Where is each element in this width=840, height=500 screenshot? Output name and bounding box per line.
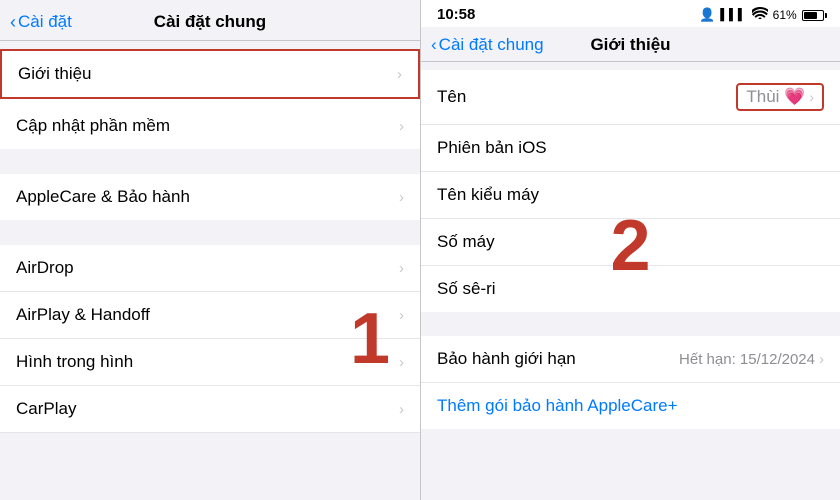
left-group-1: Giới thiệu › Cập nhật phần mềm › xyxy=(0,49,420,149)
info-label-ten: Tên xyxy=(437,87,466,107)
battery-icon: 61% xyxy=(773,8,824,22)
menu-item-gioi-thieu[interactable]: Giới thiệu › xyxy=(0,49,420,99)
warranty-value: Hết hạn: 15/12/2024 › xyxy=(679,351,824,368)
info-item-ten[interactable]: Tên Thùi 💗 › xyxy=(421,70,840,125)
wifi-icon xyxy=(752,7,768,22)
info-group-main: Tên Thùi 💗 › Phiên bản iOS Tên kiểu máy … xyxy=(421,70,840,312)
menu-item-airplay-label: AirPlay & Handoff xyxy=(16,305,150,325)
warranty-group: Bảo hành giới hạn Hết hạn: 15/12/2024 › … xyxy=(421,336,840,429)
right-header: ‹ Cài đặt chung Giới thiệu xyxy=(421,27,840,62)
warranty-label: Bảo hành giới hạn xyxy=(437,349,576,369)
applecare-link-text: Thêm gói bảo hành AppleCare+ xyxy=(437,396,678,415)
right-header-title: Giới thiệu xyxy=(590,35,670,55)
spacer-2 xyxy=(0,221,420,245)
info-label-model: Tên kiểu máy xyxy=(437,185,539,205)
left-header-title: Cài đặt chung xyxy=(154,12,266,32)
menu-item-pip-label: Hình trong hình xyxy=(16,352,133,372)
warranty-row: Bảo hành giới hạn Hết hạn: 15/12/2024 › xyxy=(437,349,824,369)
menu-item-applecare-chevron-icon: › xyxy=(399,189,404,206)
menu-item-cap-nhat-chevron-icon: › xyxy=(399,118,404,135)
menu-item-cap-nhat-label: Cập nhật phần mềm xyxy=(16,116,170,136)
menu-item-pip-chevron-icon: › xyxy=(399,354,404,371)
left-header: ‹ Cài đặt Cài đặt chung xyxy=(0,0,420,41)
info-label-ios: Phiên bản iOS xyxy=(437,138,547,158)
menu-item-carplay[interactable]: CarPlay › xyxy=(0,386,420,433)
info-item-ios: Phiên bản iOS xyxy=(421,125,840,172)
left-back-chevron-icon: ‹ xyxy=(10,12,16,33)
menu-item-carplay-chevron-icon: › xyxy=(399,401,404,418)
right-back-label: Cài đặt chung xyxy=(439,35,544,55)
info-item-serial: Số máy xyxy=(421,219,840,266)
menu-item-carplay-label: CarPlay xyxy=(16,399,76,419)
info-value-ten[interactable]: Thùi 💗 › xyxy=(736,83,824,111)
warranty-item[interactable]: Bảo hành giới hạn Hết hạn: 15/12/2024 › xyxy=(421,336,840,383)
menu-item-applecare-label: AppleCare & Bảo hành xyxy=(16,187,190,207)
menu-item-pip[interactable]: Hình trong hình › xyxy=(0,339,420,386)
left-group-2: AppleCare & Bảo hành › xyxy=(0,174,420,220)
person-icon: 👤 xyxy=(699,7,715,23)
status-icons: 👤 ▌▌▌ 61% xyxy=(699,7,824,23)
info-item-seri: Số sê-ri xyxy=(421,266,840,312)
menu-item-gioi-thieu-label: Giới thiệu xyxy=(18,64,92,84)
status-bar: 10:58 👤 ▌▌▌ 61% xyxy=(421,0,840,27)
status-time: 10:58 xyxy=(437,6,475,23)
info-label-seri: Số sê-ri xyxy=(437,279,496,299)
info-value-ten-chevron-icon: › xyxy=(809,89,814,105)
menu-item-airdrop-label: AirDrop xyxy=(16,258,74,278)
signal-bars-icon: ▌▌▌ xyxy=(720,9,746,21)
left-group-3: AirDrop › AirPlay & Handoff › Hình trong… xyxy=(0,245,420,433)
info-label-serial: Số máy xyxy=(437,232,495,252)
left-back-button[interactable]: ‹ Cài đặt xyxy=(10,12,72,33)
applecare-link-item[interactable]: Thêm gói bảo hành AppleCare+ xyxy=(421,383,840,429)
menu-item-airdrop[interactable]: AirDrop › xyxy=(0,245,420,292)
info-item-model: Tên kiểu máy xyxy=(421,172,840,219)
left-content: Giới thiệu › Cập nhật phần mềm › AppleCa… xyxy=(0,41,420,500)
menu-item-airplay-chevron-icon: › xyxy=(399,307,404,324)
warranty-chevron-icon: › xyxy=(819,351,824,368)
right-panel: 10:58 👤 ▌▌▌ 61% ‹ xyxy=(420,0,840,500)
warranty-expiry-text: Hết hạn: 15/12/2024 xyxy=(679,351,815,368)
left-panel: ‹ Cài đặt Cài đặt chung Giới thiệu › Cập… xyxy=(0,0,420,500)
menu-item-gioi-thieu-chevron-icon: › xyxy=(397,66,402,83)
menu-item-applecare[interactable]: AppleCare & Bảo hành › xyxy=(0,174,420,220)
menu-item-cap-nhat[interactable]: Cập nhật phần mềm › xyxy=(0,103,420,149)
spacer-1 xyxy=(0,150,420,174)
menu-item-airplay[interactable]: AirPlay & Handoff › xyxy=(0,292,420,339)
right-back-button[interactable]: ‹ Cài đặt chung xyxy=(431,35,544,55)
right-back-chevron-icon: ‹ xyxy=(431,35,437,55)
right-content: Tên Thùi 💗 › Phiên bản iOS Tên kiểu máy … xyxy=(421,62,840,500)
name-value-text: Thùi 💗 xyxy=(746,87,805,107)
menu-item-airdrop-chevron-icon: › xyxy=(399,260,404,277)
left-back-label: Cài đặt xyxy=(18,12,72,32)
